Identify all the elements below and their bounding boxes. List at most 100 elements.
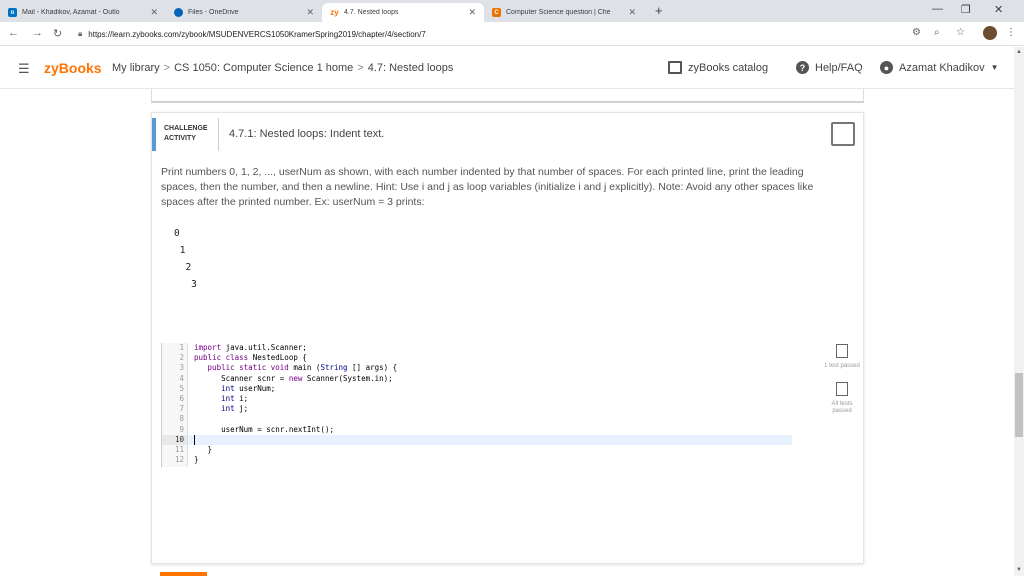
tab-chegg[interactable]: C Computer Science question | Che ✕ — [484, 3, 644, 22]
browser-toolbar: ← → ↻ 🔒︎ https://learn.zybooks.com/zyboo… — [0, 22, 1024, 46]
tab-title: Mail - Khadikov, Azamat - Outlo — [22, 9, 120, 16]
catalog-book-icon — [668, 61, 682, 74]
hamburger-menu-icon[interactable]: ☰ — [18, 61, 30, 77]
all-tests-label: All tests passed — [831, 401, 853, 414]
code-line: int userNum; — [221, 383, 276, 393]
address-bar[interactable]: 🔒︎ https://learn.zybooks.com/zybook/MSUD… — [78, 26, 908, 42]
line-number: 4 — [179, 373, 184, 383]
scroll-down-arrow-icon[interactable]: ▼ — [1016, 567, 1022, 573]
line-number: 3 — [179, 363, 184, 373]
scrollbar-thumb[interactable] — [1015, 373, 1023, 437]
challenge-activity-badge: CHALLENGE ACTIVITY — [152, 118, 219, 151]
onedrive-icon — [174, 8, 183, 17]
close-tab-icon[interactable]: ✕ — [306, 7, 314, 18]
line-number: 6 — [179, 394, 184, 404]
line-number: 10 — [162, 434, 187, 446]
bookmark-star-icon[interactable]: ☆ — [956, 27, 965, 38]
outlook-icon: o — [8, 8, 17, 17]
code-line: } — [194, 445, 213, 455]
scroll-up-arrow-icon[interactable]: ▲ — [1016, 49, 1022, 55]
code-line: int j; — [221, 404, 249, 414]
example-output: 0 1 2 3 — [174, 225, 197, 293]
breadcrumb-section[interactable]: 4.7: Nested loops — [368, 62, 454, 74]
line-number: 12 — [174, 455, 184, 465]
code-line: import java.util.Scanner; — [194, 343, 307, 352]
completion-checkbox — [831, 122, 855, 146]
menu-dots-icon[interactable]: ⋮ — [1006, 27, 1016, 38]
zybooks-icon: zy — [330, 8, 339, 17]
activity-prompt: Print numbers 0, 1, 2, ..., userNum as s… — [161, 166, 814, 208]
reload-icon[interactable]: ↻ — [53, 27, 62, 40]
forward-icon[interactable]: → — [32, 27, 43, 39]
line-number: 2 — [179, 353, 184, 363]
user-avatar-icon: ● — [880, 61, 893, 74]
chevron-down-icon: ▼ — [990, 63, 999, 72]
user-menu[interactable]: ● Azamat Khadikov ▼ — [880, 61, 999, 74]
badge-line-2: ACTIVITY — [164, 135, 196, 142]
help-link[interactable]: ? Help/FAQ — [796, 61, 863, 74]
tab-zybooks[interactable]: zy 4.7. Nested loops ✕ — [322, 3, 484, 22]
breadcrumb: My library > CS 1050: Computer Science 1 h… — [112, 62, 453, 74]
tab-title: Computer Science question | Che — [506, 9, 611, 16]
previous-section-card — [151, 89, 864, 103]
user-name: Azamat Khadikov — [899, 61, 985, 74]
example-line: 0 — [174, 228, 180, 239]
close-tab-icon[interactable]: ✕ — [468, 7, 476, 18]
code-line: } — [194, 455, 199, 465]
example-line: 1 — [174, 245, 186, 256]
test-1-label: 1 test passed — [824, 363, 860, 369]
test-1-checkbox — [836, 344, 848, 358]
line-number: 11 — [174, 445, 184, 455]
line-number: 9 — [179, 424, 184, 434]
line-number-gutter: 1 2 3 4 5 6 7 8 9 10 11 12 — [162, 343, 188, 467]
code-line: userNum = scnr.nextInt(); — [194, 424, 334, 434]
back-icon[interactable]: ← — [8, 27, 19, 39]
test-status-column: 1 test passed All tests passed — [824, 344, 860, 415]
help-icon: ? — [796, 61, 809, 74]
code-editor[interactable]: 1 2 3 4 5 6 7 8 9 10 11 12 import java.u… — [161, 343, 792, 467]
close-tab-icon[interactable]: ✕ — [628, 7, 636, 18]
breadcrumb-library[interactable]: My library — [112, 62, 160, 74]
activity-title: 4.7.1: Nested loops: Indent text. — [229, 128, 385, 140]
chegg-icon: C — [492, 8, 501, 17]
example-line: 2 — [174, 262, 192, 273]
code-text[interactable]: import java.util.Scanner; public class N… — [194, 343, 397, 465]
line-number: 1 — [179, 343, 184, 352]
help-label: Help/FAQ — [815, 61, 863, 74]
zybooks-logo[interactable]: zyBooks — [44, 60, 102, 76]
url-text: https://learn.zybooks.com/zybook/MSUDENV… — [88, 29, 426, 39]
line-number: 8 — [179, 414, 184, 424]
profile-avatar[interactable] — [983, 26, 997, 40]
breadcrumb-course[interactable]: CS 1050: Computer Science 1 home — [174, 62, 353, 74]
badge-line-1: CHALLENGE — [164, 125, 208, 132]
extension-icon[interactable]: ⚙ — [912, 27, 921, 38]
text-cursor — [194, 435, 195, 445]
minimize-button[interactable]: — — [932, 3, 943, 15]
code-line: int i; — [221, 394, 249, 404]
code-line: public static void main (String [] args)… — [207, 363, 398, 373]
catalog-label: zyBooks catalog — [688, 61, 769, 74]
close-window-button[interactable]: ✕ — [994, 3, 1003, 16]
line-number: 5 — [179, 383, 184, 393]
breadcrumb-separator: > — [357, 62, 364, 74]
page-scrollbar[interactable]: ▲ ▼ — [1014, 47, 1024, 576]
line-number: 7 — [179, 404, 184, 414]
code-line: Scanner scnr = new Scanner(System.in); — [194, 373, 393, 383]
tab-title: 4.7. Nested loops — [344, 9, 399, 16]
all-tests-checkbox — [836, 382, 848, 396]
close-tab-icon[interactable]: ✕ — [150, 7, 158, 18]
tab-title: Files - OneDrive — [188, 9, 239, 16]
lock-icon: 🔒︎ — [78, 29, 83, 38]
tab-onedrive[interactable]: Files - OneDrive ✕ — [166, 3, 322, 22]
next-button-edge[interactable] — [160, 572, 207, 576]
tab-outlook[interactable]: o Mail - Khadikov, Azamat - Outlo ✕ — [0, 3, 166, 22]
browser-tab-strip: o Mail - Khadikov, Azamat - Outlo ✕ File… — [0, 0, 1024, 22]
breadcrumb-separator: > — [163, 62, 171, 74]
new-tab-button[interactable]: + — [655, 3, 663, 18]
challenge-activity-card: CHALLENGE ACTIVITY 4.7.1: Nested loops: … — [151, 112, 864, 564]
catalog-link[interactable]: zyBooks catalog — [668, 61, 768, 74]
maximize-button[interactable]: ❐ — [961, 3, 971, 16]
zoom-icon[interactable]: ⌕ — [934, 27, 940, 38]
